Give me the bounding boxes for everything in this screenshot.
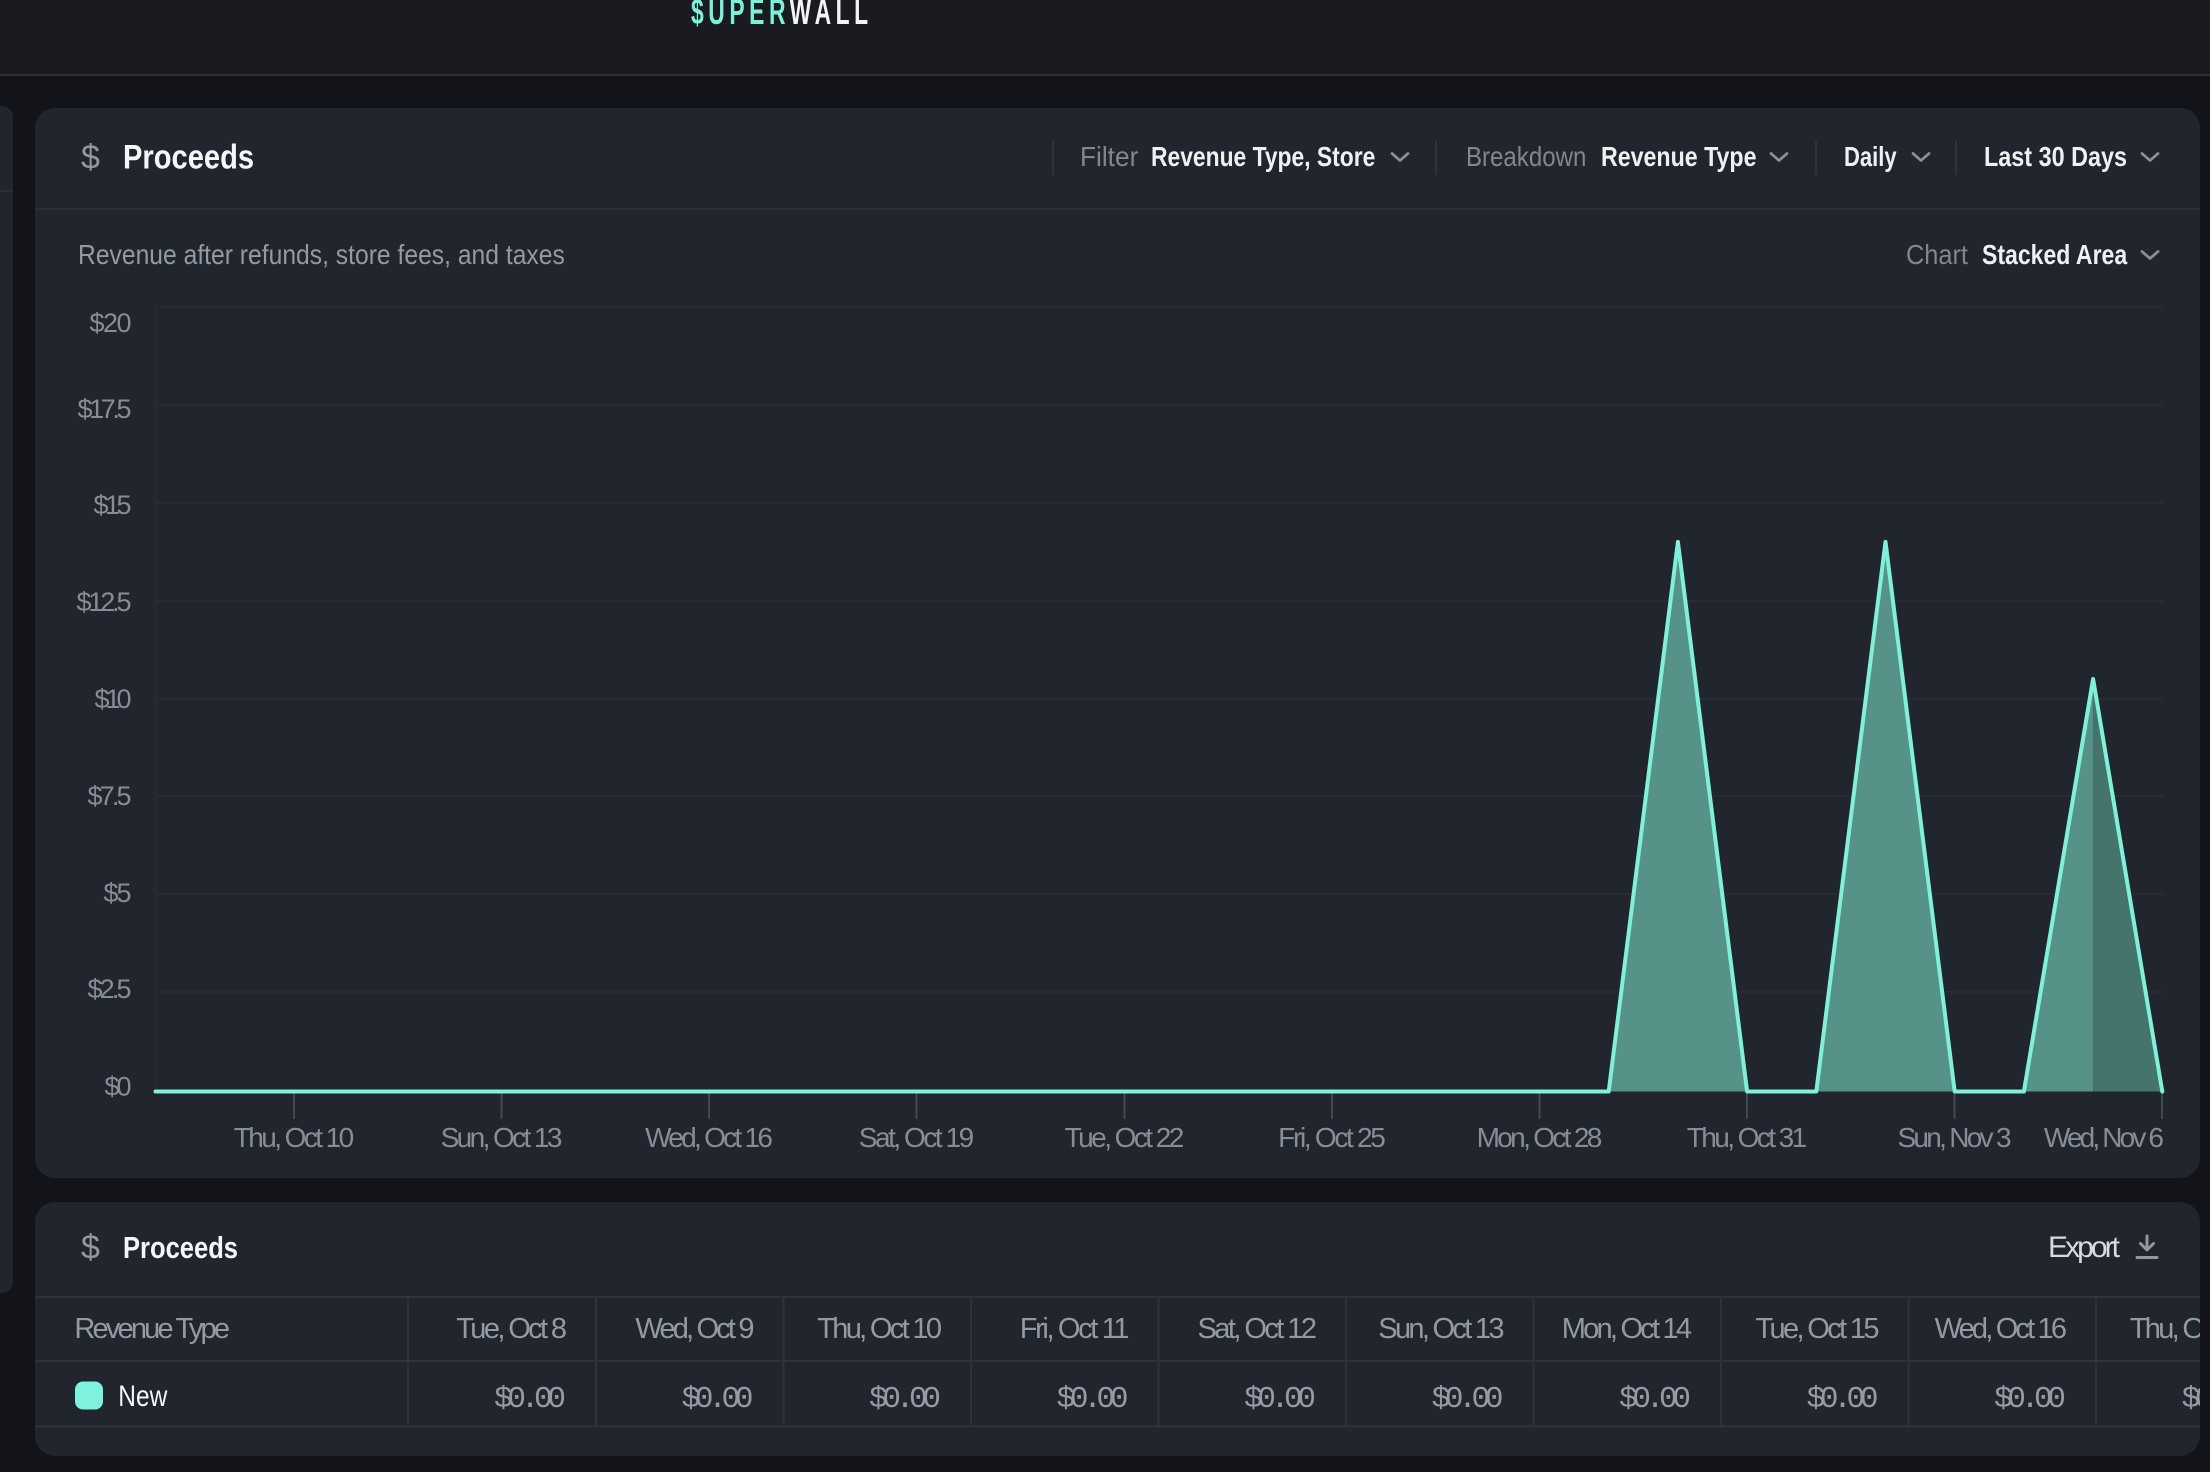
svg-text:Tue, Oct 15: Tue, Oct 15 xyxy=(1756,1313,1880,1345)
svg-text:$0: $0 xyxy=(105,1072,132,1102)
svg-text:$20: $20 xyxy=(90,308,132,338)
svg-text:$0.00: $0.00 xyxy=(1807,1382,1879,1417)
svg-text:$17.5: $17.5 xyxy=(78,394,132,424)
svg-text:Thu, Oct 31: Thu, Oct 31 xyxy=(1687,1122,1808,1153)
svg-text:Tue, Oct 22: Tue, Oct 22 xyxy=(1065,1122,1185,1153)
svg-text:Export: Export xyxy=(2048,1231,2121,1264)
svg-text:Wed, Oct 9: Wed, Oct 9 xyxy=(635,1313,754,1345)
svg-text:$0.00: $0.00 xyxy=(1994,1382,2066,1417)
svg-text:Revenue Type: Revenue Type xyxy=(74,1313,230,1345)
svg-text:Sun, Nov 3: Sun, Nov 3 xyxy=(1897,1122,2011,1153)
svg-text:$0.00: $0.00 xyxy=(869,1382,941,1417)
svg-text:Tue, Oct 8: Tue, Oct 8 xyxy=(456,1313,567,1345)
svg-text:Mon, Oct 14: Mon, Oct 14 xyxy=(1562,1313,1692,1345)
svg-text:Sun, Oct 13: Sun, Oct 13 xyxy=(441,1122,563,1153)
svg-text:Wed, Nov 6: Wed, Nov 6 xyxy=(2044,1122,2164,1153)
svg-text:Wed, Oct 16: Wed, Oct 16 xyxy=(1935,1313,2067,1345)
svg-text:$10: $10 xyxy=(95,684,132,714)
svg-text:$15: $15 xyxy=(94,490,132,520)
svg-text:$0.00: $0.00 xyxy=(1619,1382,1691,1417)
svg-text:$0.00: $0.00 xyxy=(1057,1382,1129,1417)
svg-text:Wed, Oct 16: Wed, Oct 16 xyxy=(645,1122,773,1153)
svg-text:$0.00: $0.00 xyxy=(1432,1382,1504,1417)
svg-text:$0.00: $0.00 xyxy=(2182,1382,2201,1417)
svg-text:Fri, Oct 11: Fri, Oct 11 xyxy=(1020,1313,1130,1345)
svg-text:$12.5: $12.5 xyxy=(77,587,132,617)
svg-text:$0.00: $0.00 xyxy=(1244,1382,1316,1417)
svg-text:$0.00: $0.00 xyxy=(494,1382,566,1417)
svg-text:New: New xyxy=(118,1380,167,1413)
svg-text:Sat, Oct 12: Sat, Oct 12 xyxy=(1198,1313,1318,1345)
svg-text:Thu, Oct 10: Thu, Oct 10 xyxy=(234,1122,355,1153)
svg-text:Thu, Oct 10: Thu, Oct 10 xyxy=(817,1313,942,1345)
svg-text:Mon, Oct 28: Mon, Oct 28 xyxy=(1477,1122,1603,1153)
svg-text:$5: $5 xyxy=(104,878,132,908)
svg-text:$0.00: $0.00 xyxy=(682,1382,754,1417)
svg-text:$7.5: $7.5 xyxy=(88,781,132,811)
svg-text:Sat, Oct 19: Sat, Oct 19 xyxy=(859,1122,974,1153)
svg-text:Fri, Oct 25: Fri, Oct 25 xyxy=(1278,1122,1386,1153)
svg-text:Thu, Oct 17: Thu, Oct 17 xyxy=(2130,1313,2200,1345)
svg-text:Sun, Oct 13: Sun, Oct 13 xyxy=(1378,1313,1504,1345)
svg-text:$2.5: $2.5 xyxy=(88,974,132,1004)
